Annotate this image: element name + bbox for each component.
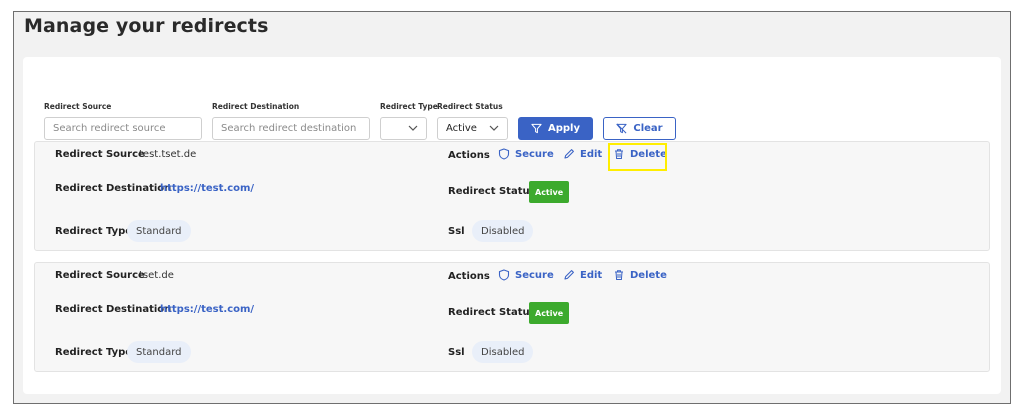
status-label: Redirect Status: [448, 186, 536, 197]
clear-button-label: Clear: [633, 123, 663, 134]
edit-action[interactable]: Edit: [563, 148, 602, 160]
filter-type-label: Redirect Type: [380, 102, 438, 111]
edit-action[interactable]: Edit: [563, 269, 602, 281]
apply-button[interactable]: Apply: [518, 117, 593, 140]
edit-action-label: Edit: [580, 269, 603, 281]
chevron-down-icon: [489, 125, 499, 131]
ssl-chip: Disabled: [472, 341, 534, 363]
funnel-clear-icon: [616, 123, 627, 134]
secure-action[interactable]: Secure: [498, 269, 554, 281]
ssl-label: Ssl: [448, 347, 465, 358]
secure-action[interactable]: Secure: [498, 148, 554, 160]
source-label: Redirect Source: [55, 270, 145, 281]
filter-status-select[interactable]: Active: [437, 117, 508, 140]
shield-icon: [498, 269, 510, 281]
type-label: Redirect Type: [55, 226, 133, 237]
redirect-card: Redirect Source tset.de Redirect Destina…: [34, 262, 990, 372]
source-label: Redirect Source: [55, 149, 145, 160]
destination-link[interactable]: https://test.com/: [160, 304, 254, 315]
secure-action-label: Secure: [515, 269, 554, 281]
source-value: tset.de: [139, 270, 174, 281]
redirect-card: Redirect Source test.tset.de Redirect De…: [34, 141, 990, 251]
app-frame: Manage your redirects Redirect Source Re…: [13, 11, 1011, 404]
filter-type-select[interactable]: [380, 117, 427, 140]
pencil-icon: [564, 270, 574, 280]
filter-source-label: Redirect Source: [44, 102, 112, 111]
type-chip: Standard: [127, 341, 191, 363]
filter-source-input[interactable]: [44, 117, 202, 140]
status-badge: Active: [529, 181, 570, 203]
source-value: test.tset.de: [139, 149, 197, 160]
trash-icon: [615, 270, 623, 280]
destination-link[interactable]: https://test.com/: [160, 183, 254, 194]
clear-button[interactable]: Clear: [603, 117, 676, 140]
filter-status-value: Active: [446, 123, 477, 134]
shield-icon: [498, 148, 510, 160]
secure-action-label: Secure: [515, 148, 554, 160]
status-label: Redirect Status: [448, 307, 536, 318]
pencil-icon: [564, 149, 574, 159]
edit-action-label: Edit: [580, 148, 603, 160]
delete-highlight-box: [608, 143, 667, 171]
ssl-chip: Disabled: [472, 220, 534, 242]
filter-destination-label: Redirect Destination: [212, 102, 300, 111]
ssl-label: Ssl: [448, 226, 465, 237]
filter-destination-input[interactable]: [212, 117, 370, 140]
delete-action[interactable]: Delete: [613, 269, 667, 281]
actions-label: Actions: [448, 271, 490, 282]
type-label: Redirect Type: [55, 347, 133, 358]
actions-label: Actions: [448, 150, 490, 161]
destination-label: Redirect Destination: [55, 183, 172, 194]
apply-button-label: Apply: [547, 123, 580, 134]
delete-action-label: Delete: [630, 269, 667, 281]
destination-label: Redirect Destination: [55, 304, 172, 315]
type-chip: Standard: [127, 220, 191, 242]
funnel-icon: [531, 123, 542, 134]
status-badge: Active: [529, 302, 570, 324]
page-title: Manage your redirects: [24, 15, 269, 37]
chevron-down-icon: [408, 125, 418, 131]
filter-status-label: Redirect Status: [437, 102, 503, 111]
